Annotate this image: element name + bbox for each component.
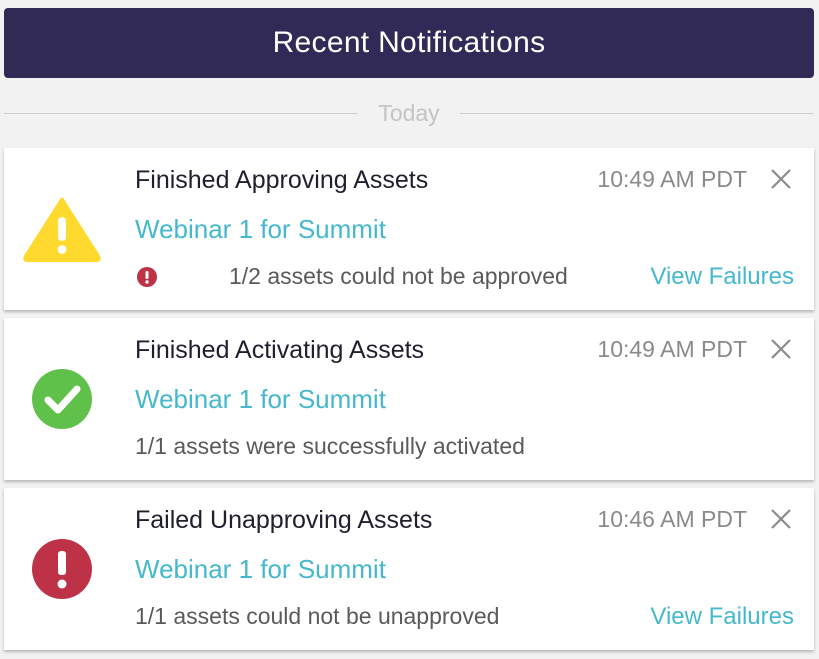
close-icon[interactable] — [768, 166, 794, 192]
view-failures-link[interactable]: View Failures — [650, 263, 794, 291]
asset-link[interactable]: Webinar 1 for Summit — [135, 384, 386, 415]
divider-label: Today — [378, 99, 440, 126]
date-divider: Today — [4, 96, 814, 130]
notification-time: 10:49 AM PDT — [597, 166, 747, 192]
notification-card: Finished Activating Assets 10:49 AM PDT … — [4, 318, 814, 480]
notification-title: Finished Approving Assets — [135, 166, 429, 194]
notifications-header: Recent Notifications — [4, 8, 814, 78]
divider-line-right — [459, 112, 814, 114]
notification-title: Finished Activating Assets — [135, 336, 425, 364]
notification-status: 1/2 assets could not be approved — [229, 263, 568, 289]
view-failures-link[interactable]: View Failures — [650, 603, 794, 631]
notification-time: 10:46 AM PDT — [597, 506, 747, 532]
close-icon[interactable] — [768, 336, 794, 362]
notification-title: Failed Unapproving Assets — [135, 506, 433, 534]
asset-link[interactable]: Webinar 1 for Summit — [135, 554, 386, 585]
error-circle-icon — [22, 533, 102, 605]
check-circle-icon — [22, 363, 102, 435]
asset-link[interactable]: Webinar 1 for Summit — [135, 214, 386, 245]
notification-card: Finished Approving Assets 10:49 AM PDT W… — [4, 148, 814, 310]
error-dot-icon — [136, 266, 158, 288]
notification-status: 1/1 assets could not be unapproved — [135, 603, 500, 629]
notification-card: Failed Unapproving Assets 10:46 AM PDT W… — [4, 488, 814, 650]
close-icon[interactable] — [768, 506, 794, 532]
divider-line-left — [4, 112, 359, 114]
notification-time: 10:49 AM PDT — [597, 336, 747, 362]
notification-status: 1/1 assets were successfully activated — [135, 433, 525, 459]
header-title: Recent Notifications — [272, 26, 546, 59]
warning-icon — [22, 193, 102, 265]
